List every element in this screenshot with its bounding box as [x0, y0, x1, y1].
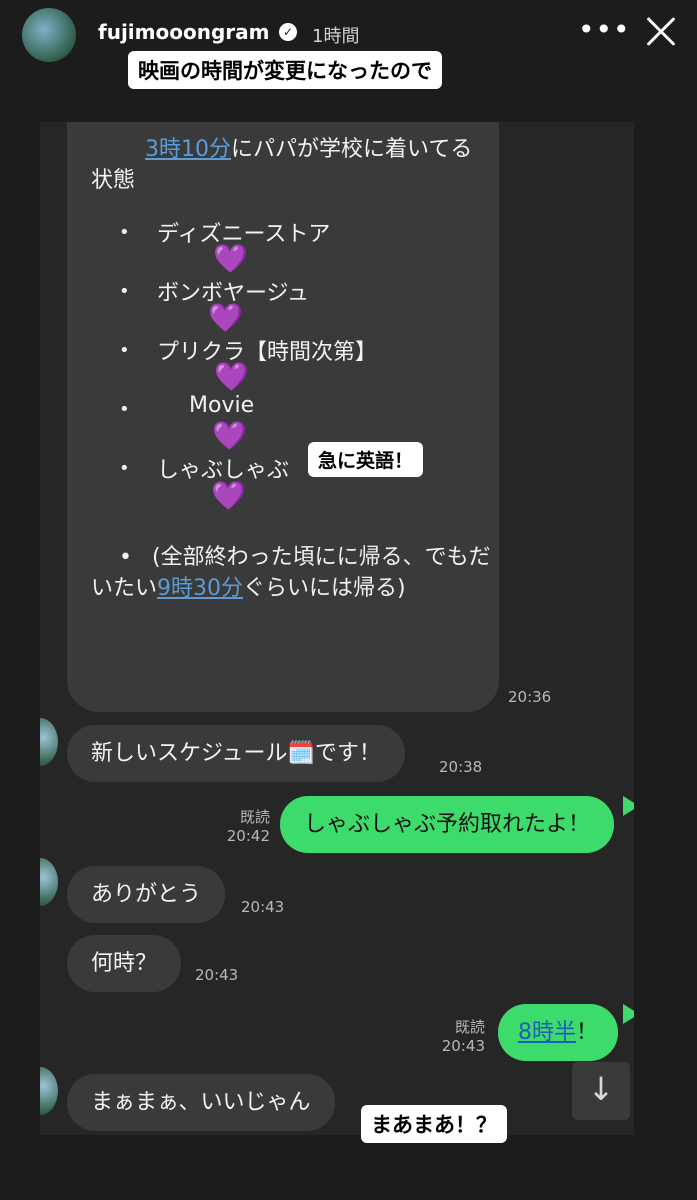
time-link-8-30[interactable]: 8時半 — [518, 1020, 576, 1045]
message-bubble: 何時？ — [67, 935, 182, 992]
bubble-tail — [623, 1004, 634, 1024]
bubble-tail — [623, 796, 634, 816]
story-caption-middle: 急に英語！ — [308, 442, 424, 477]
scroll-down-button[interactable]: ↓ — [572, 1062, 630, 1120]
bullet: • — [119, 399, 130, 420]
post-time: 1時間 — [312, 26, 360, 47]
time-link-9-30[interactable]: 9時30分 — [157, 576, 243, 601]
schedule-message-bubble: 3時10分にパパが学校に着いてる状態 • ディズニーストア 💜 • ボンボヤージ… — [67, 122, 499, 712]
calendar-icon: 🗓️ — [287, 741, 315, 766]
read-receipt: 既読 20:42 — [226, 808, 270, 845]
schedule-item: プリクラ【時間次第】 — [157, 340, 378, 365]
arrow-down-icon: ↓ — [587, 1070, 615, 1108]
purple-heart-icon: 💜 — [213, 242, 248, 275]
schedule-closing: • (全部終わった頃にに帰る、でもだいたい9時30分ぐらいには帰る) — [91, 545, 491, 601]
schedule-item: Movie — [189, 393, 255, 418]
message-time: 20:36 — [508, 688, 552, 706]
sent-message-bubble: 8時半！ — [498, 1004, 619, 1061]
bullet: • — [119, 340, 130, 361]
purple-heart-icon: 💜 — [214, 360, 249, 393]
bullet: • — [119, 222, 130, 243]
chat-area: 3時10分にパパが学校に着いてる状態 • ディズニーストア 💜 • ボンボヤージ… — [40, 122, 634, 1135]
bullet: • — [119, 281, 130, 302]
read-receipt: 既読 20:43 — [441, 1018, 485, 1055]
close-icon[interactable] — [641, 12, 681, 52]
purple-heart-icon: 💜 — [208, 301, 243, 334]
profile-avatar[interactable] — [22, 8, 76, 62]
username[interactable]: fujimooongram — [98, 20, 269, 44]
message-time: 20:43 — [241, 898, 285, 916]
sender-avatar[interactable] — [40, 858, 58, 906]
message-time: 20:38 — [439, 758, 483, 776]
story-caption-bottom: まあまあ！？ — [361, 1105, 507, 1143]
purple-heart-icon: 💜 — [211, 479, 246, 512]
sender-avatar[interactable] — [40, 1067, 58, 1115]
sent-message-bubble: しゃぶしゃぶ予約取れたよ！ — [280, 796, 615, 853]
message-bubble: まぁまぁ、いいじゃん — [67, 1074, 335, 1131]
verified-badge-icon: ✓ — [279, 23, 297, 41]
more-dots-icon[interactable]: ••• — [578, 15, 630, 49]
story-caption-top: 映画の時間が変更になったので — [128, 51, 442, 89]
message-time: 20:43 — [195, 966, 239, 984]
schedule-intro: 3時10分にパパが学校に着いてる状態 — [91, 137, 473, 193]
sender-avatar[interactable] — [40, 718, 58, 766]
time-link-3-10[interactable]: 3時10分 — [145, 137, 231, 162]
message-bubble: 新しいスケジュール🗓️です！ — [67, 725, 405, 782]
message-bubble: ありがとう — [67, 866, 226, 923]
bullet: • — [119, 458, 130, 479]
purple-heart-icon: 💜 — [212, 419, 247, 452]
